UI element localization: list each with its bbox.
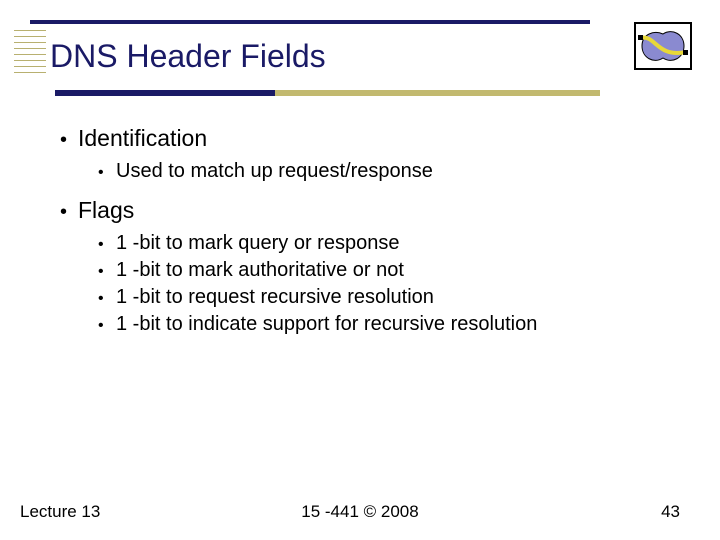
logo-icon	[634, 22, 692, 70]
bullet-flags-label: Flags	[78, 197, 134, 224]
sub-bullet: • 1 -bit to request recursive resolution	[98, 286, 680, 309]
title-underline-light	[275, 90, 600, 96]
sub-bullets-identification: • Used to match up request/response	[98, 160, 680, 183]
sub-bullets-flags: • 1 -bit to mark query or response • 1 -…	[98, 232, 680, 336]
bullet-dot-icon: •	[60, 202, 78, 222]
slide-title: DNS Header Fields	[50, 38, 326, 75]
sub-bullet-text: 1 -bit to mark authoritative or not	[116, 259, 404, 282]
footer-page-number: 43	[661, 502, 680, 522]
bullet-dot-icon: •	[98, 290, 116, 308]
bullet-dot-icon: •	[98, 164, 116, 182]
sub-bullet: • 1 -bit to mark authoritative or not	[98, 259, 680, 282]
bullet-dot-icon: •	[60, 130, 78, 150]
sub-bullet: • 1 -bit to indicate support for recursi…	[98, 313, 680, 336]
sub-bullet: • 1 -bit to mark query or response	[98, 232, 680, 255]
slide: DNS Header Fields • Identification • Use…	[0, 0, 720, 540]
bullet-dot-icon: •	[98, 263, 116, 281]
sub-bullet-text: 1 -bit to request recursive resolution	[116, 286, 434, 309]
title-underline-dark	[55, 90, 275, 96]
sub-bullet-text: 1 -bit to mark query or response	[116, 232, 399, 255]
bullet-dot-icon: •	[98, 236, 116, 254]
footer-center: 15 -441 © 2008	[0, 502, 720, 522]
bullet-identification-label: Identification	[78, 125, 207, 152]
bullet-dot-icon: •	[98, 317, 116, 335]
content-area: • Identification • Used to match up requ…	[60, 125, 680, 350]
top-rule	[30, 20, 590, 24]
notebook-binding-decoration	[14, 30, 46, 78]
sub-bullet-text: 1 -bit to indicate support for recursive…	[116, 313, 537, 336]
bullet-flags: • Flags	[60, 197, 680, 224]
sub-bullet-text: Used to match up request/response	[116, 160, 433, 183]
bullet-identification: • Identification	[60, 125, 680, 152]
sub-bullet: • Used to match up request/response	[98, 160, 680, 183]
